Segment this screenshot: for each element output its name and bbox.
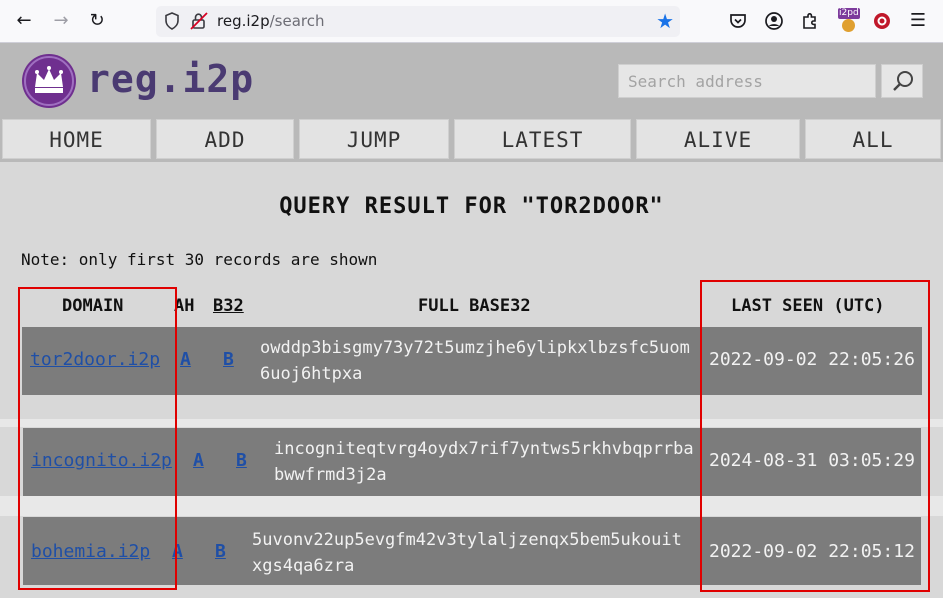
- browser-toolbar: ← → ↻ reg.i2p/search ★ i2pd ☰: [0, 0, 943, 43]
- row-separator: [0, 496, 943, 516]
- last-seen-text: 2022-09-02 22:05:12: [709, 541, 915, 562]
- full-base32-text: 5uvonv22up5evgfm42v3tylaljzenqx5bem5ukou…: [252, 530, 682, 576]
- full-base32-text: incogniteqtvrg4oydx7rif7yntws5rkhvbqprrb…: [274, 439, 694, 485]
- col-header-full-base32: FULL BASE32: [418, 296, 531, 316]
- last-seen-text: 2022-09-02 22:05:26: [709, 349, 915, 370]
- domain-link[interactable]: incognito.i2p: [31, 450, 172, 471]
- search-button[interactable]: [881, 64, 923, 98]
- nav-home[interactable]: HOME: [2, 119, 151, 159]
- col-header-last-seen: LAST SEEN (UTC): [731, 296, 885, 316]
- page-title: QUERY RESULT FOR "TOR2DOOR": [279, 194, 664, 219]
- i2pd-status-dot: [842, 19, 855, 32]
- nav-add[interactable]: ADD: [156, 119, 294, 159]
- bookmark-star-icon[interactable]: ★: [656, 10, 674, 32]
- insecure-lock-icon[interactable]: [190, 12, 208, 30]
- row-separator: [0, 395, 943, 419]
- row-separator: [0, 419, 943, 427]
- site-header: reg.i2p: [0, 43, 943, 118]
- account-icon[interactable]: [764, 11, 784, 31]
- table-row: tor2door.i2p A B owddp3bisgmy73y72t5umzj…: [22, 327, 922, 395]
- ah-link[interactable]: A: [180, 349, 191, 370]
- domain-link[interactable]: bohemia.i2p: [31, 541, 150, 562]
- nav-jump[interactable]: JUMP: [299, 119, 449, 159]
- table-row: incognito.i2p A B incogniteqtvrg4oydx7ri…: [23, 428, 921, 496]
- i2pd-extension-icon[interactable]: i2pd: [838, 8, 860, 32]
- b32-link[interactable]: B: [215, 541, 226, 562]
- nav-all[interactable]: ALL: [805, 119, 941, 159]
- table-row: bohemia.i2p A B 5uvonv22up5evgfm42v3tyla…: [23, 517, 921, 585]
- hamburger-menu-icon[interactable]: ☰: [908, 11, 928, 31]
- col-header-ah: AH: [174, 296, 195, 316]
- forward-arrow-icon[interactable]: →: [51, 11, 71, 31]
- col-header-domain: DOMAIN: [62, 296, 124, 316]
- address-bar[interactable]: reg.i2p/search ★: [156, 6, 680, 37]
- records-note: Note: only first 30 records are shown: [21, 250, 378, 269]
- ah-link[interactable]: A: [193, 450, 204, 471]
- extensions-puzzle-icon[interactable]: [800, 11, 820, 31]
- url-text[interactable]: reg.i2p/search: [217, 12, 324, 30]
- search-icon: [893, 71, 913, 91]
- results-section: QUERY RESULT FOR "TOR2DOOR" Note: only f…: [0, 162, 943, 598]
- back-arrow-icon[interactable]: ←: [14, 11, 34, 31]
- b32-link[interactable]: B: [236, 450, 247, 471]
- extension-red-icon[interactable]: [872, 11, 892, 31]
- domain-link[interactable]: tor2door.i2p: [30, 349, 160, 370]
- i2pd-badge-label: i2pd: [838, 8, 860, 19]
- pocket-icon[interactable]: [728, 11, 748, 31]
- ah-link[interactable]: A: [172, 541, 183, 562]
- reload-icon[interactable]: ↻: [87, 11, 107, 31]
- shield-icon[interactable]: [164, 12, 180, 30]
- search-address-input[interactable]: [618, 64, 876, 98]
- last-seen-text: 2024-08-31 03:05:29: [709, 450, 915, 471]
- full-base32-text: owddp3bisgmy73y72t5umzjhe6ylipkxlbzsfc5u…: [260, 338, 690, 384]
- nav-latest[interactable]: LATEST: [454, 119, 631, 159]
- site-title[interactable]: reg.i2p: [87, 57, 254, 101]
- b32-link[interactable]: B: [223, 349, 234, 370]
- nav-alive[interactable]: ALIVE: [636, 119, 800, 159]
- main-nav: HOME ADD JUMP LATEST ALIVE ALL: [0, 118, 943, 162]
- col-header-b32: B32: [213, 296, 244, 316]
- crown-logo-icon[interactable]: [22, 54, 76, 108]
